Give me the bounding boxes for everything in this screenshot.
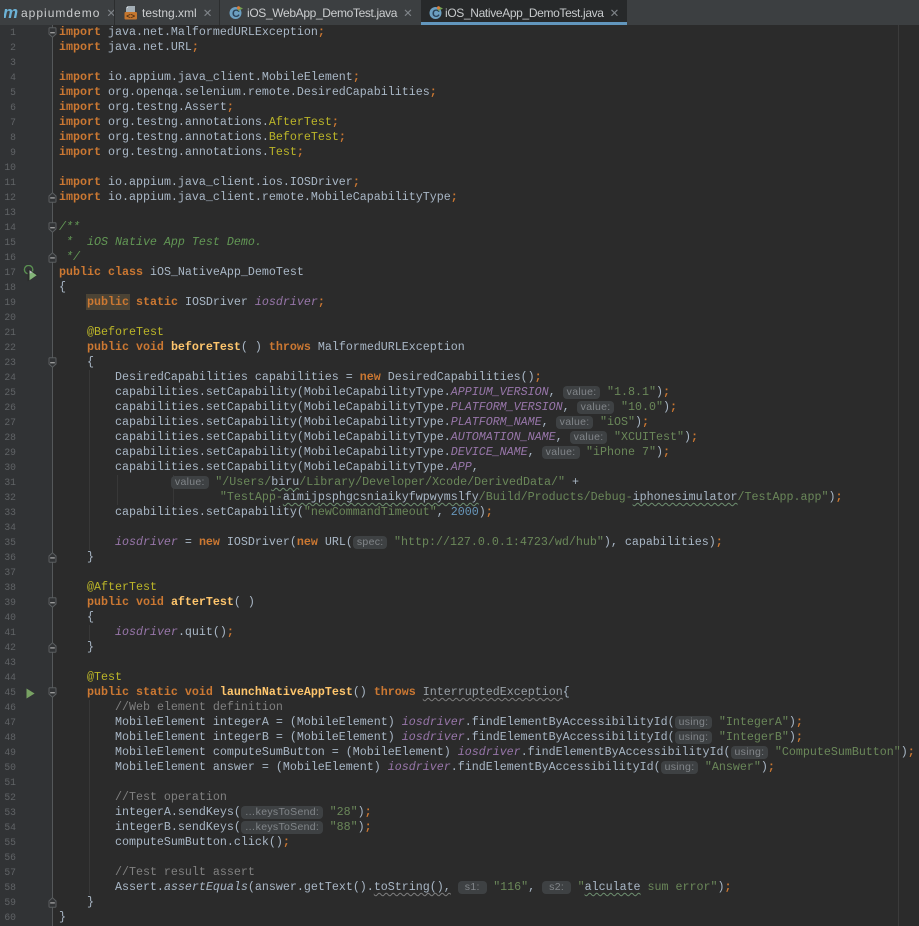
svg-text:<>: <> <box>126 11 135 20</box>
svg-text:m: m <box>4 5 18 21</box>
